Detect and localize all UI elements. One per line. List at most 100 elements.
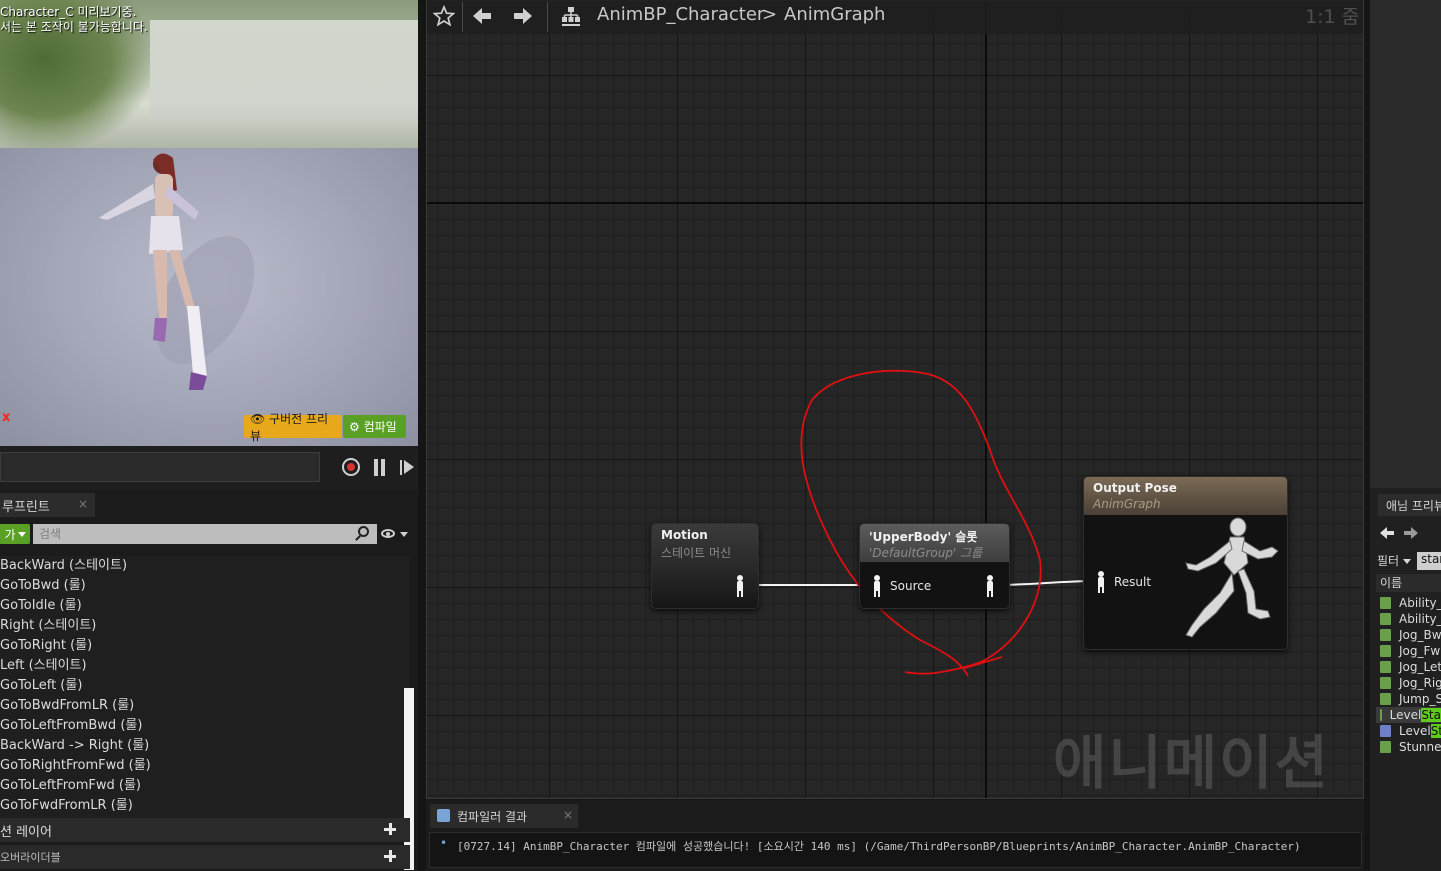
asset-name: Stunned xyxy=(1399,740,1441,754)
animation-asset-icon xyxy=(1380,677,1391,689)
asset-name: Level xyxy=(1389,708,1422,722)
log-bullet-icon: • xyxy=(440,836,448,850)
search-match-highlight: Sta xyxy=(1430,724,1441,738)
pose-input-pin-icon[interactable] xyxy=(1096,571,1106,593)
legacy-preview-button[interactable]: 👁 구버전 프리뷰 xyxy=(244,412,342,443)
asset-name: Ability_ xyxy=(1399,612,1441,626)
step-forward-icon[interactable] xyxy=(400,459,416,476)
close-icon[interactable]: × xyxy=(563,808,573,822)
toolbar-divider xyxy=(547,2,548,32)
anim-preview-tab[interactable]: 애님 프리뷰 xyxy=(1378,494,1441,516)
list-item[interactable]: Jog_Fw xyxy=(1380,643,1440,659)
asset-search-input[interactable]: star xyxy=(1417,552,1441,570)
input-pin-label: Result xyxy=(1114,575,1152,589)
list-item[interactable]: Jog_Let xyxy=(1380,659,1441,675)
list-item[interactable]: GoToLeft (룰) xyxy=(0,676,82,696)
compile-button[interactable]: ⚙ 컴파일 xyxy=(343,415,406,438)
list-item[interactable]: GoToIdle (룰) xyxy=(0,596,82,616)
compiler-results-tab[interactable]: 컴파일러 결과 xyxy=(430,804,578,828)
list-item[interactable]: BackWard (스테이트) xyxy=(0,556,127,576)
list-item[interactable]: BackWard -> Right (룰) xyxy=(0,736,149,756)
animation-asset-icon xyxy=(1380,613,1391,625)
node-subtitle: 스테이트 머신 xyxy=(661,546,732,560)
list-item[interactable]: Right (스테이트) xyxy=(0,616,96,636)
pose-input-pin-icon[interactable] xyxy=(872,575,882,597)
plus-icon[interactable] xyxy=(384,823,396,835)
house-backdrop xyxy=(150,20,418,120)
breadcrumb-asset[interactable]: AnimBP_Character xyxy=(597,4,764,25)
arrow-left-icon[interactable] xyxy=(471,5,493,27)
blueprint-tree-list: BackWard (스테이트) GoToBwd (룰) GoToIdle (룰)… xyxy=(0,556,410,818)
timeline-track[interactable] xyxy=(0,452,320,482)
anim-graph-canvas[interactable] xyxy=(426,0,1364,799)
list-item[interactable]: Ability_ xyxy=(1380,595,1441,611)
asset-name: Level xyxy=(1399,724,1431,738)
axis-indicator-x: x xyxy=(2,410,11,425)
node-subtitle: 'DefaultGroup' 그룹 xyxy=(869,546,983,560)
compiler-log-icon xyxy=(437,809,450,822)
state-machine-node-motion[interactable]: Motion 스테이트 머신 xyxy=(651,523,759,609)
graph-watermark: 애니메이션 xyxy=(1053,729,1330,797)
pose-output-pin-icon[interactable] xyxy=(985,575,995,597)
animation-asset-icon xyxy=(1380,661,1391,673)
blueprint-hierarchy-icon xyxy=(560,5,582,27)
list-item[interactable]: GoToLeftFromBwd (룰) xyxy=(0,716,142,736)
chevron-down-icon[interactable] xyxy=(1403,559,1411,564)
blend-space-asset-icon xyxy=(1380,725,1391,737)
list-item[interactable]: Jog_Bw xyxy=(1380,627,1441,643)
chevron-down-icon[interactable] xyxy=(400,532,408,537)
record-icon[interactable] xyxy=(342,458,360,476)
list-item[interactable]: GoToFwdFromLR (룰) xyxy=(0,796,133,816)
list-item[interactable]: GoToRight (룰) xyxy=(0,636,92,656)
graph-origin-axis-horizontal xyxy=(427,202,1363,204)
list-item[interactable]: Jog_Rig xyxy=(1380,675,1441,691)
asset-name: Jump_S xyxy=(1399,692,1441,706)
filter-dropdown[interactable]: 필터 xyxy=(1377,552,1399,569)
column-header-name[interactable]: 이름 xyxy=(1376,574,1441,592)
list-item[interactable]: LevelSta xyxy=(1380,723,1441,739)
asset-name: Jog_Fw xyxy=(1399,644,1441,658)
section-anim-layers[interactable]: 션 레이어 xyxy=(0,818,410,842)
list-item[interactable]: Stunned xyxy=(1380,739,1441,755)
section-label: 션 레이어 xyxy=(0,824,52,840)
section-overridable[interactable]: 오버라이더블 xyxy=(0,845,410,869)
viewport-info-line-2: 서는 본 조작이 불가능합니다. xyxy=(0,20,148,34)
list-item[interactable]: Left (스테이트) xyxy=(0,656,87,676)
search-icon[interactable] xyxy=(358,526,369,537)
section-label: 오버라이더블 xyxy=(0,851,61,864)
star-icon[interactable] xyxy=(433,5,455,27)
list-item-selected[interactable]: Level Sta xyxy=(1376,707,1441,723)
arrow-right-icon[interactable] xyxy=(512,5,534,27)
list-item[interactable]: GoToLeftFromFwd (룰) xyxy=(0,776,141,796)
arrow-right-icon[interactable] xyxy=(1404,525,1418,545)
input-pin-label: Source xyxy=(890,579,932,593)
viewport-info-line-1: Character_C 미리보기중. xyxy=(0,5,137,19)
running-mannequin-icon xyxy=(1185,517,1279,638)
viewport-info-text: Character_C 미리보기중. 서는 본 조작이 불가능합니다. xyxy=(0,5,148,35)
node-title: Motion xyxy=(661,528,708,542)
zoom-level: 1:1 줌 xyxy=(1305,6,1360,28)
animation-asset-icon xyxy=(1380,597,1391,609)
list-item[interactable]: GoToBwdFromLR (룰) xyxy=(0,696,134,716)
eye-icon[interactable] xyxy=(381,529,395,538)
slot-node-upperbody[interactable]: 'UpperBody' 슬롯 'DefaultGroup' 그룹 Source xyxy=(859,523,1010,609)
add-button[interactable]: 가 xyxy=(0,524,30,544)
breadcrumb-graph[interactable]: AnimGraph xyxy=(784,4,885,25)
preview-viewport[interactable]: Character_C 미리보기중. 서는 본 조작이 불가능합니다. x xyxy=(0,0,418,446)
pause-icon[interactable] xyxy=(374,459,386,476)
animation-asset-icon xyxy=(1380,693,1391,705)
close-icon[interactable]: × xyxy=(78,497,88,511)
pose-output-pin-icon[interactable] xyxy=(735,575,745,597)
search-input[interactable] xyxy=(33,524,377,544)
list-item[interactable]: GoToBwd (룰) xyxy=(0,576,86,596)
output-pose-node[interactable]: Output Pose AnimGraph Result xyxy=(1083,476,1288,650)
scrollbar[interactable] xyxy=(404,688,414,870)
animation-asset-icon xyxy=(1380,741,1391,753)
character-mesh xyxy=(99,153,255,390)
list-item[interactable]: Ability_ xyxy=(1380,611,1441,627)
arrow-left-icon[interactable] xyxy=(1380,525,1394,545)
list-item[interactable]: Jump_S xyxy=(1380,691,1441,707)
plus-icon[interactable] xyxy=(384,850,396,862)
animation-asset-icon xyxy=(1380,645,1391,657)
list-item[interactable]: GoToRightFromFwd (룰) xyxy=(0,756,151,776)
